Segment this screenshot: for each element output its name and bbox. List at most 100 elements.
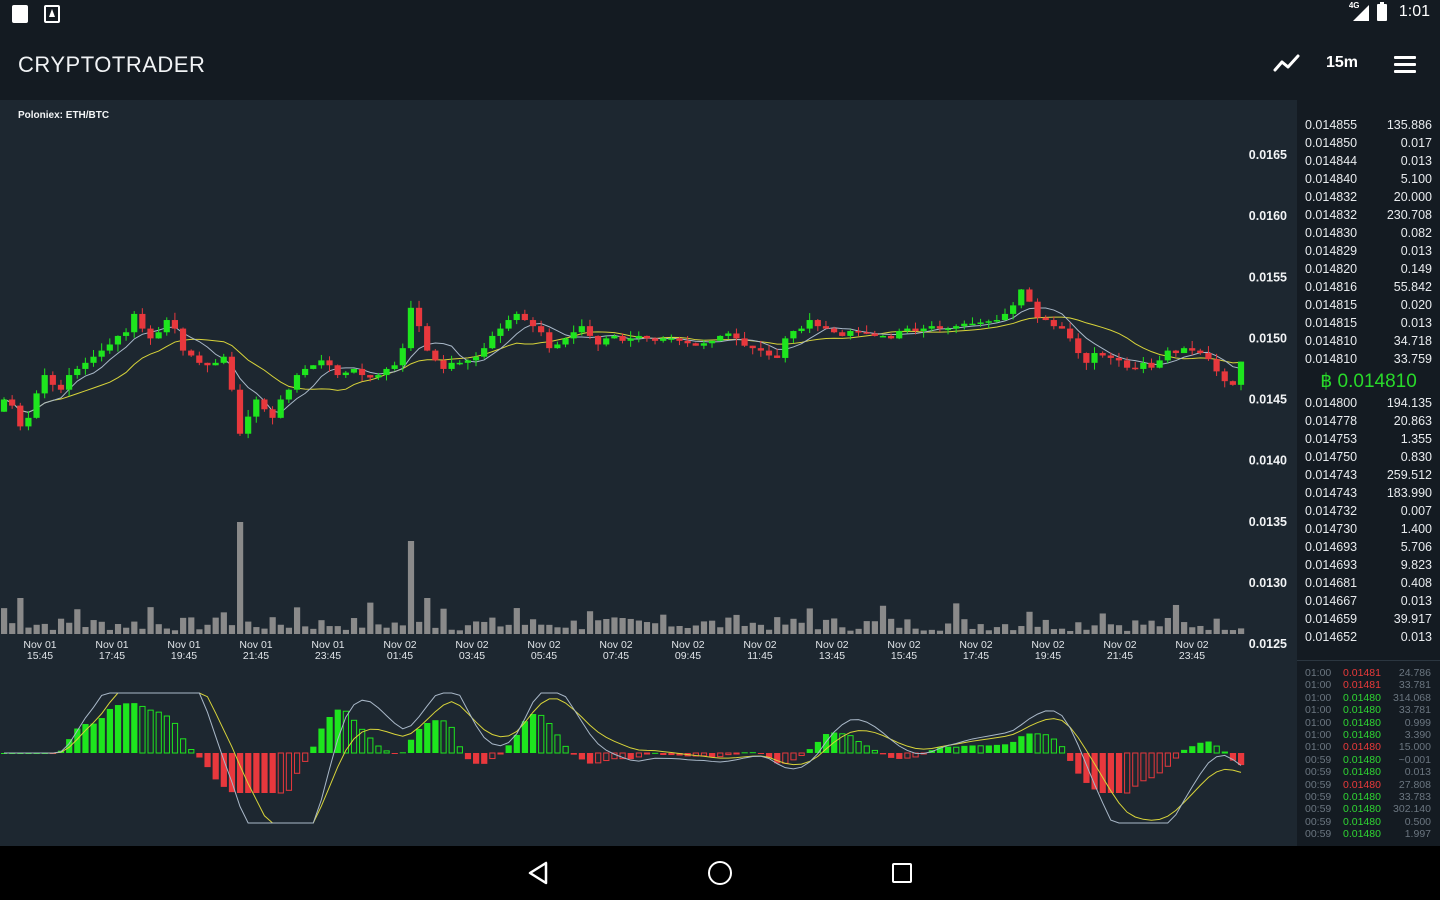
trade-amount: 0.500 <box>1404 815 1431 828</box>
bid-row[interactable]: 0.014743 183.990 <box>1297 484 1440 502</box>
macd-bar <box>505 745 512 753</box>
trade-amount: ~0.001 <box>1398 753 1431 766</box>
interval-button[interactable]: 15m <box>1326 54 1358 72</box>
candle-body <box>481 348 488 357</box>
bid-row[interactable]: 0.014750 0.830 <box>1297 448 1440 466</box>
ask-price: 0.014815 <box>1305 316 1358 330</box>
volume-bar <box>188 617 195 634</box>
candle-body <box>619 335 626 341</box>
menu-button[interactable] <box>1392 52 1418 76</box>
volume-bar <box>871 621 878 634</box>
candle-body <box>765 350 773 356</box>
ask-row[interactable]: 0.014810 34.718 <box>1297 332 1440 350</box>
bid-row[interactable]: 0.014730 1.400 <box>1297 520 1440 538</box>
candle-body <box>830 328 838 333</box>
candle-body <box>1075 338 1082 354</box>
candle-body <box>936 326 943 329</box>
bid-row[interactable]: 0.014659 39.917 <box>1297 610 1440 628</box>
candle-body <box>497 328 504 336</box>
volume-bar <box>277 624 284 634</box>
candle-body <box>122 332 130 336</box>
ask-row[interactable]: 0.014855 135.886 <box>1297 116 1440 134</box>
macd-bar <box>529 714 537 753</box>
volume-bar <box>1083 629 1090 634</box>
bid-row[interactable]: 0.014778 20.863 <box>1297 412 1440 430</box>
macd-bar <box>90 723 97 753</box>
candle-body <box>847 331 854 336</box>
candle-body <box>1237 361 1245 385</box>
volume-bar <box>82 627 89 634</box>
volume-bar <box>1115 625 1123 634</box>
macd-bar <box>977 745 984 754</box>
ask-row[interactable]: 0.014816 55.842 <box>1297 278 1440 296</box>
ask-price: 0.014840 <box>1305 172 1358 186</box>
bid-row[interactable]: 0.014693 5.706 <box>1297 538 1440 556</box>
macd-bar <box>985 745 992 753</box>
macd-bar <box>790 752 797 761</box>
home-button[interactable] <box>708 861 732 885</box>
ask-row[interactable]: 0.014830 0.082 <box>1297 224 1440 242</box>
ask-row[interactable]: 0.014829 0.013 <box>1297 242 1440 260</box>
ask-row[interactable]: 0.014832 230.708 <box>1297 206 1440 224</box>
candle-body <box>261 399 268 410</box>
bid-row[interactable]: 0.014743 259.512 <box>1297 466 1440 484</box>
volume-bar <box>123 627 130 634</box>
ask-row[interactable]: 0.014844 0.013 <box>1297 152 1440 170</box>
ask-row[interactable]: 0.014810 33.759 <box>1297 350 1440 368</box>
price-chart[interactable]: 0.0165 0.0160 0.0155 0.0150 0.0145 0.0140 0.01… <box>0 100 1297 846</box>
ask-row[interactable]: 0.014850 0.017 <box>1297 134 1440 152</box>
back-button[interactable] <box>526 860 552 886</box>
bid-row[interactable]: 0.014693 9.823 <box>1297 556 1440 574</box>
candle-body <box>49 375 56 385</box>
candle-body <box>717 335 724 341</box>
bid-price: 0.014659 <box>1305 612 1358 626</box>
candle-body <box>33 393 40 418</box>
macd-bar <box>945 746 952 753</box>
x-axis-time-label: 07:45 <box>603 650 629 662</box>
bid-row[interactable]: 0.014753 1.355 <box>1297 430 1440 448</box>
candle-body <box>635 335 642 339</box>
x-axis-time-label: 09:45 <box>675 650 701 662</box>
x-axis-time-label: 23:45 <box>1179 650 1205 662</box>
trade-time: 01:00 <box>1305 691 1332 704</box>
ask-row[interactable]: 0.014840 5.100 <box>1297 170 1440 188</box>
ask-row[interactable]: 0.014815 0.013 <box>1297 314 1440 332</box>
bid-row[interactable]: 0.014800 194.135 <box>1297 394 1440 412</box>
trade-amount: 33.783 <box>1398 791 1431 803</box>
candle-body <box>358 368 366 376</box>
candle-body <box>17 405 24 427</box>
ask-row[interactable]: 0.014820 0.149 <box>1297 260 1440 278</box>
bid-row[interactable]: 0.014667 0.013 <box>1297 592 1440 610</box>
volume-bar <box>619 618 626 634</box>
trade-history[interactable]: 01:00 0.01481 24.786 01:00 0.01481 33.781 01:0… <box>1297 660 1440 847</box>
macd-bar <box>635 752 642 758</box>
bid-row[interactable]: 0.014732 0.007 <box>1297 502 1440 520</box>
orderbook[interactable]: 0.014855 135.886 0.014850 0.017 0.014844 0.01… <box>1297 100 1440 660</box>
macd-bar <box>1140 752 1147 782</box>
macd-bar <box>904 752 911 759</box>
ask-row[interactable]: 0.014832 20.000 <box>1297 188 1440 206</box>
ask-row[interactable]: 0.014815 0.020 <box>1297 296 1440 314</box>
candle-body <box>1205 353 1212 360</box>
candle-body <box>326 360 333 366</box>
bid-row[interactable]: 0.014652 0.013 <box>1297 628 1440 646</box>
recents-button[interactable] <box>892 863 912 883</box>
macd-bar <box>871 749 878 754</box>
app-title: CRYPTOTRADER <box>18 52 206 77</box>
volume-bar <box>399 625 406 634</box>
volume-bar <box>627 618 634 634</box>
macd-bar <box>1010 741 1017 753</box>
volume-bar <box>1238 628 1245 634</box>
candle-body <box>1189 348 1196 351</box>
volume-bar <box>822 619 830 634</box>
bid-price: 0.014730 <box>1305 522 1358 536</box>
chart-panel[interactable]: 0.0165 0.0160 0.0155 0.0150 0.0145 0.0140 0.01… <box>0 100 1297 846</box>
volume-bar <box>660 614 667 634</box>
chart-type-button[interactable] <box>1272 50 1302 78</box>
volume-bar <box>798 622 805 634</box>
ask-price: 0.014815 <box>1305 298 1358 312</box>
bid-row[interactable]: 0.014681 0.408 <box>1297 574 1440 592</box>
macd-bar <box>1213 745 1220 754</box>
candle-body <box>928 326 935 329</box>
trade-amount: 15.000 <box>1398 741 1431 754</box>
